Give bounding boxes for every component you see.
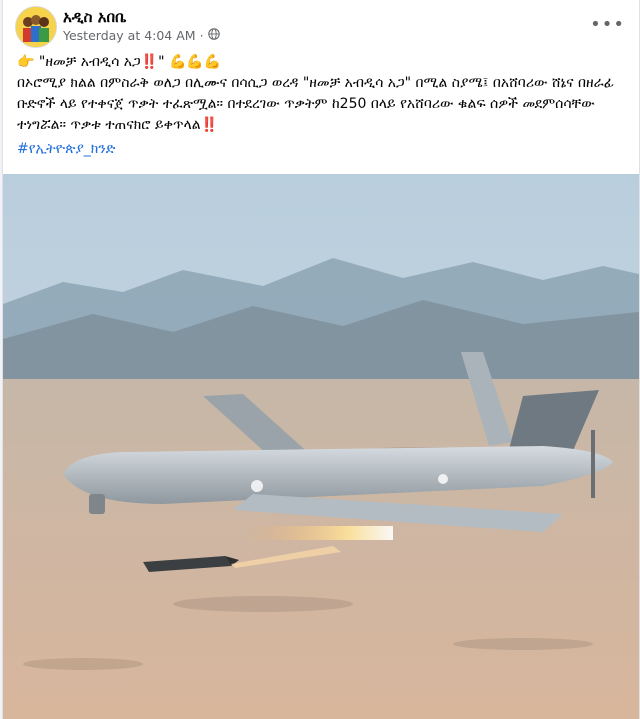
pointing-hand-icon: 👉	[17, 54, 35, 70]
meta-separator: ·	[199, 28, 204, 43]
post-hashtag[interactable]: #የኢትዮጵያ_ክንድ	[17, 141, 115, 157]
post-photo[interactable]	[3, 174, 639, 719]
post-headline: 👉 "ዘመቻ አብዲሳ አጋ‼️" 💪💪💪	[17, 52, 627, 73]
headline-text: "ዘመቻ አብዲሳ አጋ‼️"	[38, 54, 165, 70]
page-avatar[interactable]	[15, 6, 57, 48]
post-header: አዲስ አበቤ Yesterday at 4:04 AM · •••	[3, 0, 639, 52]
more-options-icon[interactable]: •••	[590, 14, 625, 35]
post-meta: Yesterday at 4:04 AM ·	[63, 28, 220, 43]
page-name[interactable]: አዲስ አበቤ	[63, 8, 126, 26]
post-text: 👉 "ዘመቻ አብዲሳ አጋ‼️" 💪💪💪 በኦሮሚያ ክልል በምስራቅ ወለ…	[17, 52, 627, 160]
post-body: በኦሮሚያ ክልል በምስራቅ ወለጋ በሊሙና በሳሲጋ ወረዳ "ዘመቻ አ…	[17, 75, 615, 133]
flexed-biceps-icon: 💪💪💪	[168, 54, 222, 70]
post-timestamp[interactable]: Yesterday at 4:04 AM	[63, 28, 196, 43]
post-card: አዲስ አበቤ Yesterday at 4:04 AM · ••• 👉 "ዘመ…	[2, 0, 640, 719]
globe-icon	[207, 28, 220, 43]
